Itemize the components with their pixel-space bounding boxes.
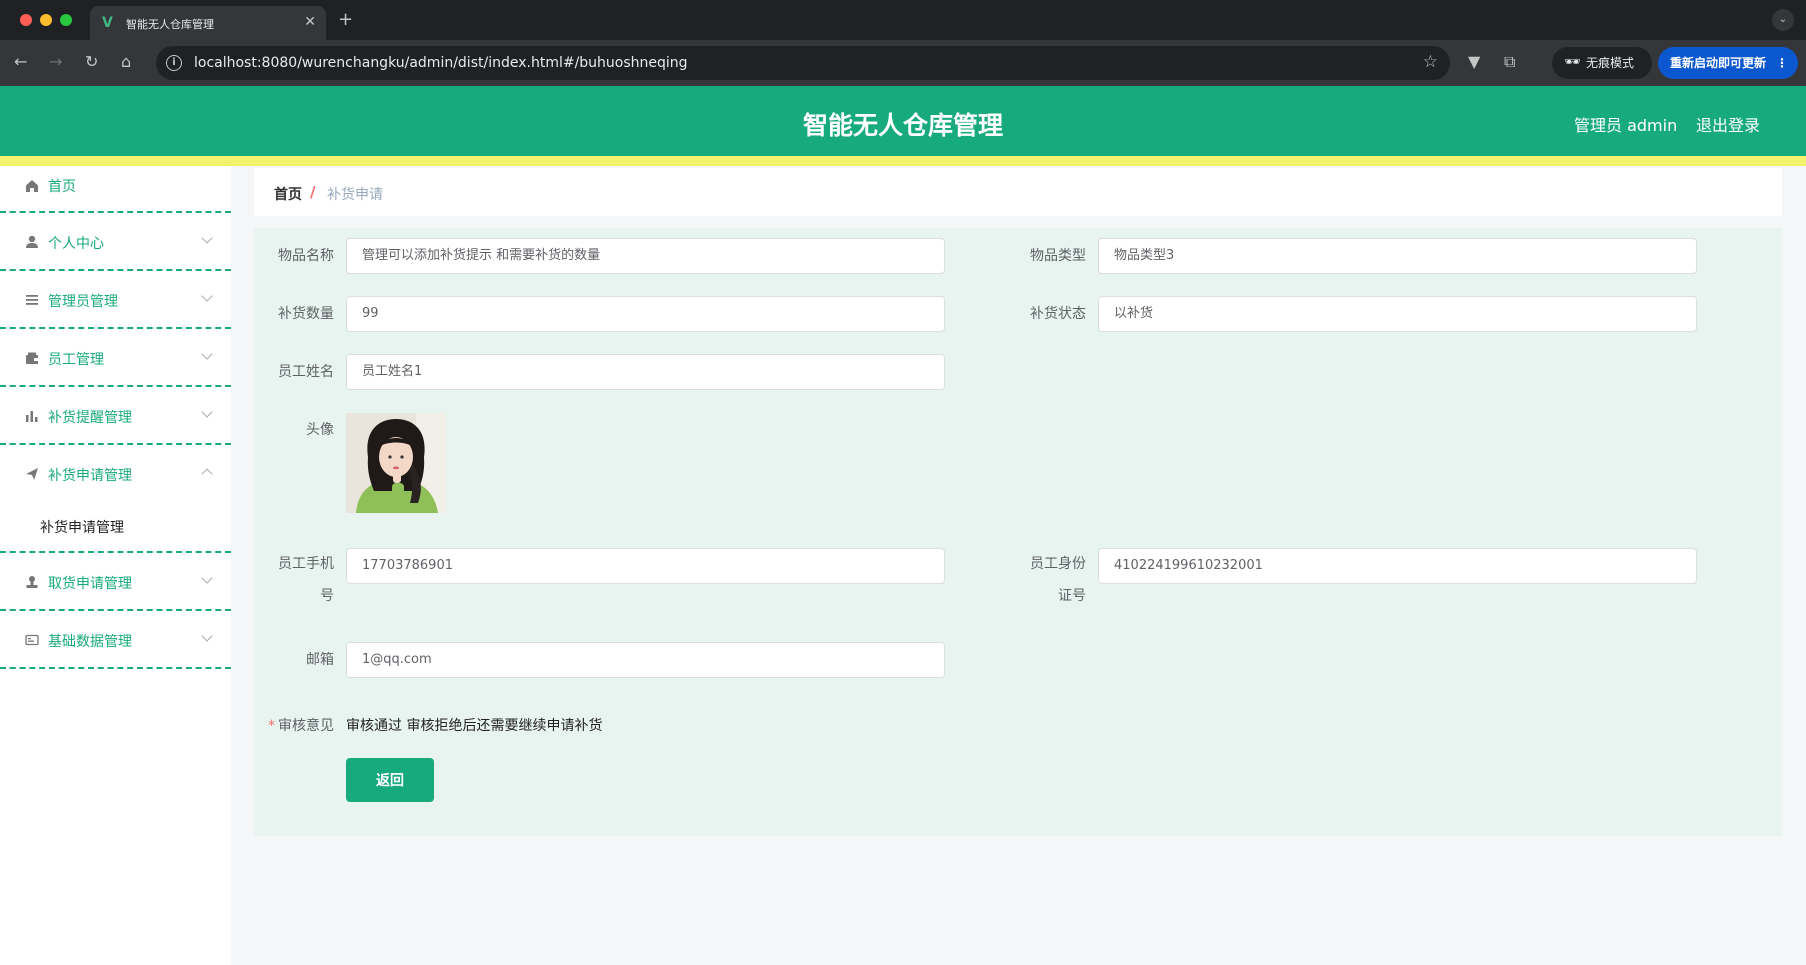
chevron-down-icon <box>201 406 213 418</box>
list-icon <box>26 295 38 305</box>
window-minimize-button[interactable] <box>40 14 52 26</box>
vue-favicon-icon: V <box>102 15 113 31</box>
incognito-badge[interactable]: 🕶 无痕模式 <box>1552 47 1652 79</box>
employee-name-field[interactable]: 员工姓名1 <box>346 354 945 390</box>
item-name-field[interactable]: 管理可以添加补货提示 和需要补货的数量 <box>346 238 945 274</box>
site-info-icon[interactable]: i <box>166 55 182 71</box>
sidebar-item-label: 补货提醒管理 <box>48 410 132 426</box>
quantity-label: 补货数量 <box>278 306 334 322</box>
relaunch-label: 重新启动即可更新 <box>1670 56 1767 70</box>
window-close-button[interactable] <box>20 14 32 26</box>
employee-name-label: 员工姓名 <box>278 364 334 380</box>
sidebar-subitem-restock-application[interactable]: 补货申请管理 <box>40 517 124 537</box>
id-card-label-line1: 员工身份 <box>1030 556 1086 572</box>
paper-plane-icon <box>26 468 38 480</box>
sidebar-item-restock-reminder[interactable]: 补货提醒管理 <box>0 387 231 445</box>
breadcrumb: 首页 / 补货申请 <box>254 168 1782 216</box>
extensions-puzzle-icon[interactable]: ⧉ <box>1504 52 1515 72</box>
sidebar-item-restock-application[interactable]: 补货申请管理 补货申请管理 <box>0 445 231 553</box>
forward-arrow-icon[interactable]: → <box>49 52 62 71</box>
browser-tab-strip: V 智能无人仓库管理 ✕ + ⌄ <box>0 0 1806 40</box>
address-bar[interactable]: i localhost:8080/wurenchangku/admin/dist… <box>156 46 1450 80</box>
status-field[interactable]: 以补货 <box>1098 296 1697 332</box>
home-icon <box>26 180 38 192</box>
phone-label-line1: 员工手机 <box>278 556 334 572</box>
id-card-label-line2: 证号 <box>1058 588 1086 604</box>
sidebar-item-personal-center[interactable]: 个人中心 <box>0 213 231 271</box>
sidebar-item-label: 员工管理 <box>48 352 104 368</box>
stamp-icon <box>26 576 38 588</box>
sidebar-item-label: 个人中心 <box>48 236 104 252</box>
item-type-field[interactable]: 物品类型3 <box>1098 238 1697 274</box>
sidebar-item-employee-management[interactable]: 员工管理 <box>0 329 231 387</box>
chevron-down-icon <box>201 290 213 302</box>
id-card-label: 员工身份 证号 <box>1006 548 1086 612</box>
current-user: 管理员 admin <box>1574 116 1678 135</box>
avatar-image <box>346 413 446 513</box>
vue-devtools-icon[interactable]: ▼ <box>1468 52 1480 71</box>
incognito-icon: 🕶 <box>1564 55 1581 70</box>
quantity-field[interactable]: 99 <box>346 296 945 332</box>
tab-search-button[interactable]: ⌄ <box>1772 9 1794 31</box>
phone-label-line2: 号 <box>320 588 334 604</box>
chevron-up-icon <box>201 468 213 480</box>
breadcrumb-separator: / <box>310 183 316 201</box>
avatar-label: 头像 <box>306 422 334 438</box>
user-icon <box>26 235 38 248</box>
phone-field[interactable]: 17703786901 <box>346 548 945 584</box>
url-text[interactable]: localhost:8080/wurenchangku/admin/dist/i… <box>194 55 688 71</box>
sidebar-item-basic-data[interactable]: 基础数据管理 <box>0 611 231 669</box>
relaunch-update-button[interactable]: 重新启动即可更新 ⋮ <box>1658 47 1798 79</box>
window-maximize-button[interactable] <box>60 14 72 26</box>
sidebar-item-label: 取货申请管理 <box>48 576 132 592</box>
chevron-down-icon <box>201 348 213 360</box>
tab-title: 智能无人仓库管理 <box>126 18 214 31</box>
sidebar-item-label: 管理员管理 <box>48 294 118 310</box>
review-opinion-label-text: 审核意见 <box>278 718 334 734</box>
sidebar-item-admin-management[interactable]: 管理员管理 <box>0 271 231 329</box>
sidebar-item-label: 首页 <box>48 179 76 195</box>
back-button[interactable]: 返回 <box>346 758 434 802</box>
home-browser-icon[interactable]: ⌂ <box>121 52 131 71</box>
breadcrumb-current: 补货申请 <box>327 187 383 203</box>
id-card-icon <box>25 634 39 646</box>
header-stripe <box>0 156 1806 166</box>
bar-chart-icon <box>26 411 38 422</box>
status-label: 补货状态 <box>1030 306 1086 322</box>
sidebar-item-pickup-application[interactable]: 取货申请管理 <box>0 553 231 611</box>
review-opinion-label: * 审核意见 <box>254 708 334 744</box>
id-card-field[interactable]: 410224199610232001 <box>1098 548 1697 584</box>
item-name-label: 物品名称 <box>278 248 334 264</box>
sidebar-item-label: 补货申请管理 <box>48 468 132 484</box>
required-mark: * <box>268 718 275 734</box>
chevron-down-icon <box>201 572 213 584</box>
browser-toolbar: ← → ↻ ⌂ i localhost:8080/wurenchangku/ad… <box>0 40 1806 86</box>
breadcrumb-home[interactable]: 首页 <box>274 184 302 204</box>
sidebar-item-label: 基础数据管理 <box>48 634 132 650</box>
bookmark-star-icon[interactable]: ☆ <box>1423 52 1438 72</box>
avatar[interactable] <box>346 413 446 513</box>
logout-link[interactable]: 退出登录 <box>1696 112 1760 136</box>
browser-tab[interactable]: V 智能无人仓库管理 ✕ <box>90 6 326 40</box>
email-label: 邮箱 <box>306 652 334 668</box>
app-header: 智能无人仓库管理 管理员 admin 退出登录 <box>0 86 1806 156</box>
back-arrow-icon[interactable]: ← <box>14 52 27 71</box>
new-tab-button[interactable]: + <box>338 9 353 30</box>
wallet-icon <box>26 352 38 364</box>
review-opinion-value: 审核通过 审核拒绝后还需要继续申请补货 <box>346 718 603 734</box>
chevron-down-icon <box>201 630 213 642</box>
item-type-label: 物品类型 <box>1030 248 1086 264</box>
sidebar-item-home[interactable]: 首页 <box>0 166 231 213</box>
reload-icon[interactable]: ↻ <box>85 52 98 71</box>
phone-label: 员工手机 号 <box>254 548 334 612</box>
incognito-label: 无痕模式 <box>1586 56 1635 70</box>
restock-detail-form: 物品名称 管理可以添加补货提示 和需要补货的数量 物品类型 物品类型3 补货数量… <box>254 228 1782 836</box>
app-title: 智能无人仓库管理 <box>802 111 1003 140</box>
email-field[interactable]: 1@qq.com <box>346 642 945 678</box>
tab-close-icon[interactable]: ✕ <box>304 14 316 30</box>
more-menu-icon[interactable]: ⋮ <box>1776 47 1788 79</box>
chevron-down-icon <box>201 232 213 244</box>
sidebar: 首页 个人中心 管理员管理 员工管理 补货提醒管理 补货申请管理 补货申请管理 … <box>0 166 231 965</box>
